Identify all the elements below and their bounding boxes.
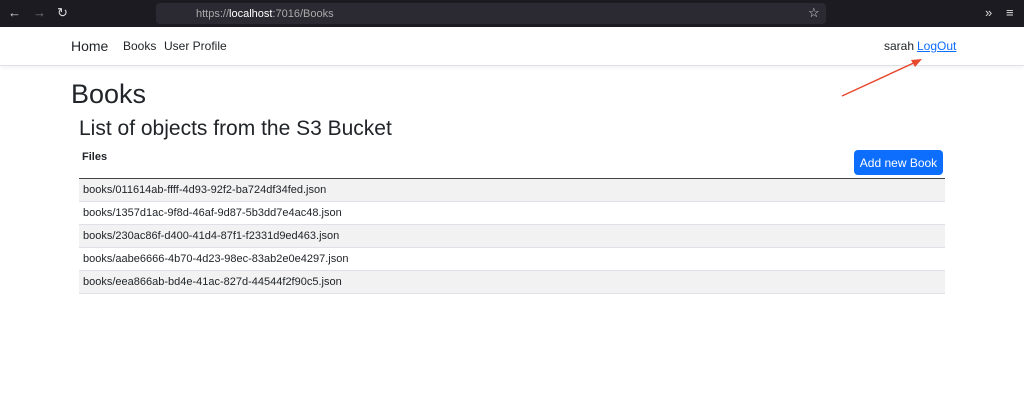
overflow-icon[interactable]: »: [985, 5, 992, 20]
url-path: :7016/Books: [272, 7, 334, 20]
page-title: Books: [71, 79, 147, 109]
page-subtitle: List of objects from the S3 Bucket: [79, 117, 392, 140]
address-bar[interactable]: https://localhost:7016/Books: [156, 3, 826, 24]
back-icon[interactable]: ←: [8, 5, 21, 20]
reload-icon[interactable]: ↻: [57, 5, 68, 21]
table-row: books/eea866ab-bd4e-41ac-827d-44544f2f90…: [79, 271, 945, 294]
browser-toolbar: ← → ↻ https://localhost:7016/Books ☆ » ≡: [0, 0, 1024, 27]
url-host: localhost: [229, 7, 273, 20]
forward-icon[interactable]: →: [33, 5, 46, 20]
username: sarah: [884, 39, 915, 53]
table-row: books/aabe6666-4b70-4d23-98ec-83ab2e0e42…: [79, 248, 945, 271]
files-header: Files: [82, 151, 108, 163]
table-row: books/1357d1ac-9f8d-46af-9d87-5b3dd7e4ac…: [79, 202, 945, 225]
table-row: books/011614ab-ffff-4d93-92f2-ba724df34f…: [79, 179, 945, 202]
nav-user-profile[interactable]: User Profile: [164, 39, 227, 53]
nav-books[interactable]: Books: [123, 39, 156, 53]
bookmark-star-icon[interactable]: ☆: [808, 5, 820, 21]
navbar: Home Books User Profile sarah LogOut: [0, 27, 1024, 66]
logout-link[interactable]: LogOut: [917, 39, 956, 53]
menu-icon[interactable]: ≡: [1006, 5, 1014, 20]
nav-home[interactable]: Home: [71, 38, 108, 54]
add-book-button[interactable]: Add new Book: [854, 150, 943, 175]
table-row: books/230ac86f-d400-41d4-87f1-f2331d9ed4…: [79, 225, 945, 248]
files-table: books/011614ab-ffff-4d93-92f2-ba724df34f…: [79, 178, 945, 294]
url-prefix: https://: [196, 7, 230, 20]
